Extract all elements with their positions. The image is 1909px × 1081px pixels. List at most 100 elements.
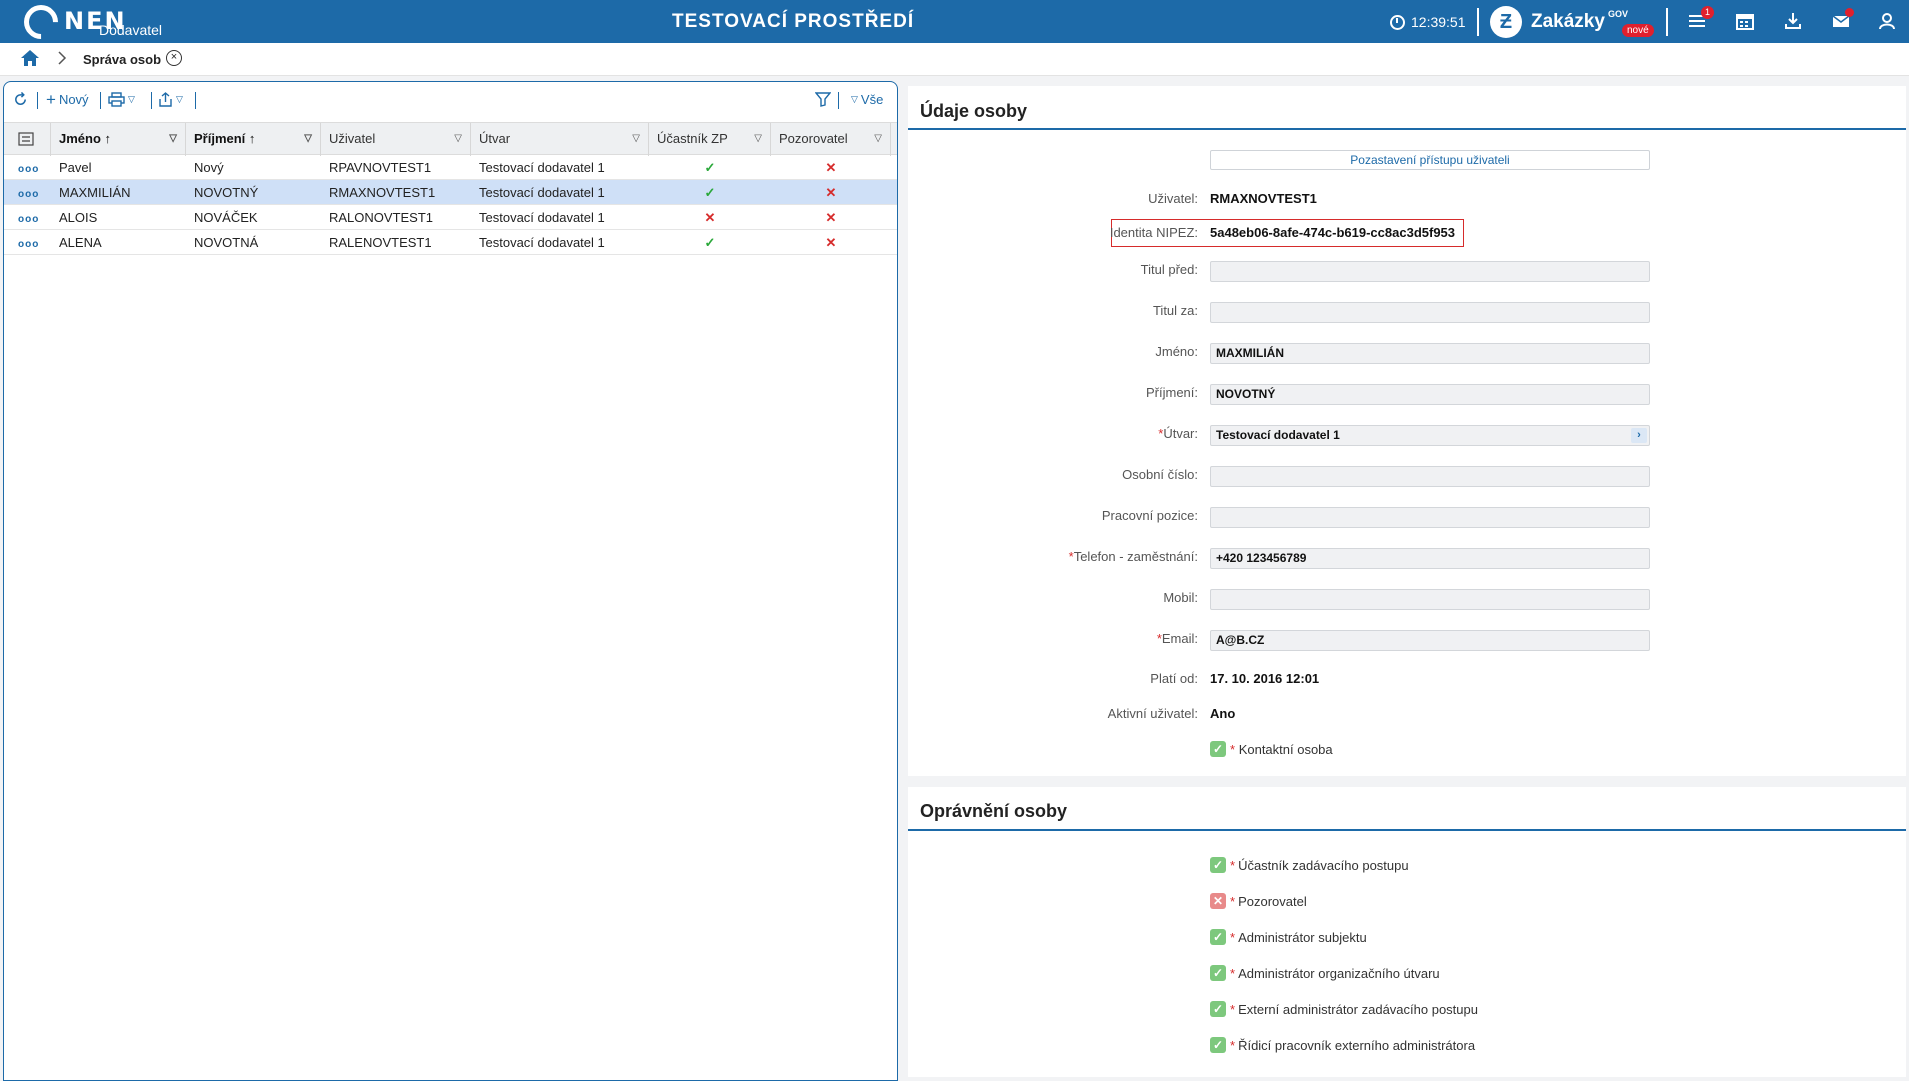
permission-label: Administrátor subjektu	[1238, 929, 1367, 945]
check-icon: ✓	[1210, 1037, 1226, 1053]
cell-prijmeni: NOVÁČEK	[194, 210, 258, 225]
cross-icon: ✕	[825, 185, 837, 200]
label-aktivni: Aktivní uživatel:	[1107, 706, 1198, 721]
zakazky-label: Zakázky	[1531, 11, 1605, 32]
table-row[interactable]: ooo Pavel Nový RPAVNOVTEST1 Testovací dodava…	[4, 155, 897, 180]
cell-jmeno: ALENA	[59, 235, 102, 250]
check-icon: ✓	[704, 185, 716, 200]
cross-icon: ✕	[825, 235, 837, 250]
column-filter-icon[interactable]: ▽	[754, 123, 762, 155]
permission-checkbox[interactable]: ✕ * Pozorovatel	[1210, 893, 1307, 909]
environment-title: TESTOVACÍ PROSTŘEDÍ	[672, 11, 915, 32]
breadcrumb: Správa osob ×	[0, 43, 1909, 76]
label-email: *Email:	[1156, 631, 1198, 646]
value-aktivni: Ano	[1210, 706, 1236, 721]
titul-pred-input[interactable]	[1210, 261, 1650, 282]
print-button[interactable]: ▽	[108, 92, 135, 107]
column-filter-icon[interactable]: ▽	[169, 123, 177, 155]
column-filter-icon[interactable]: ▽	[632, 123, 640, 155]
value-plati-od: 17. 10. 2016 12:01	[1210, 671, 1320, 686]
column-header-label: Pozorovatel	[779, 131, 848, 146]
permission-checkbox[interactable]: ✓ * Externí administrátor zadávacího postu…	[1210, 1001, 1478, 1017]
telefon-input[interactable]: +420 123456789	[1210, 548, 1650, 569]
column-header-uzivatel[interactable]: Uživatel ▽	[321, 123, 471, 156]
permission-checkbox[interactable]: ✓ * Účastník zadávacího postupu	[1210, 857, 1409, 873]
table-row[interactable]: ooo ALOIS NOVÁČEK RALONOVTEST1 Testovací dod…	[4, 205, 897, 230]
chevron-right-icon[interactable]: ›	[1631, 428, 1647, 443]
permission-checkbox[interactable]: ✓ * Řídicí pracovník externího administrát…	[1210, 1037, 1475, 1053]
cell-utvar: Testovací dodavatel 1	[479, 210, 605, 225]
logo-subtitle: Dodavatel	[99, 22, 163, 38]
user-icon[interactable]	[1877, 11, 1899, 33]
permission-label: Řídicí pracovník externího administrátor…	[1238, 1037, 1476, 1053]
email-input[interactable]: A@B.CZ	[1210, 630, 1650, 651]
close-tab-icon[interactable]: ×	[166, 50, 182, 66]
column-header-prijmeni[interactable]: Příjmení ↑ ▽	[186, 123, 321, 156]
jmeno-input[interactable]: MAXMILIÁN	[1210, 343, 1650, 364]
cell-prijmeni: NOVOTNÁ	[194, 235, 259, 250]
view-all-dropdown[interactable]: ▽ Vše	[851, 92, 883, 107]
home-icon[interactable]	[20, 49, 40, 70]
cell-utvar: Testovací dodavatel 1	[479, 185, 605, 200]
column-settings-icon[interactable]	[4, 123, 51, 156]
column-header-ucastnik[interactable]: Účastník ZP ▽	[649, 123, 771, 156]
download-icon[interactable]	[1783, 11, 1805, 33]
pracovni-pozice-input[interactable]	[1210, 507, 1650, 528]
osobni-cislo-input[interactable]	[1210, 466, 1650, 487]
caret-down-icon: ▽	[176, 94, 183, 104]
zakazky-gov-link[interactable]: Ƶ Zakázky GOV nové	[1490, 6, 1654, 38]
row-actions-icon[interactable]: ooo	[4, 155, 39, 180]
column-header-utvar[interactable]: Útvar ▽	[471, 123, 649, 156]
share-icon	[159, 92, 172, 107]
calendar-icon[interactable]	[1735, 11, 1757, 33]
check-icon: ✓	[1210, 965, 1226, 981]
row-actions-icon[interactable]: ooo	[4, 230, 39, 255]
utvar-select[interactable]: Testovací dodavatel 1 ›	[1210, 425, 1650, 446]
check-icon: ✓	[1210, 1001, 1226, 1017]
permission-label: Účastník zadávacího postupu	[1238, 857, 1409, 873]
kontaktni-osoba-checkbox[interactable]: ✓ * Kontaktní osoba	[1210, 741, 1333, 757]
column-header-pozorovatel[interactable]: Pozorovatel ▽	[771, 123, 891, 156]
zakazky-gov: GOV	[1607, 9, 1628, 19]
chevron-right-icon	[57, 51, 67, 68]
top-bar: NEN Dodavatel TESTOVACÍ PROSTŘEDÍ 12:39:…	[0, 0, 1909, 47]
mail-icon[interactable]	[1831, 8, 1854, 33]
kontaktni-osoba-label: Kontaktní osoba	[1238, 741, 1333, 757]
table-row[interactable]: ooo MAXMILIÁN NOVOTNÝ RMAXNOVTEST1 Testovací…	[4, 180, 897, 205]
check-icon: ✓	[704, 235, 716, 250]
row-actions-icon[interactable]: ooo	[4, 205, 39, 230]
table-row[interactable]: ooo ALENA NOVOTNÁ RALENOVTEST1 Testovací dod…	[4, 230, 897, 255]
label-identita: Identita NIPEZ:	[1109, 225, 1198, 240]
mobil-input[interactable]	[1210, 589, 1650, 610]
column-filter-icon[interactable]: ▽	[874, 123, 882, 155]
permission-checkbox[interactable]: ✓ * Administrátor organizačního útvaru	[1210, 965, 1440, 981]
refresh-icon[interactable]	[13, 92, 28, 107]
section-underline	[908, 128, 1906, 130]
caret-down-icon: ▽	[851, 94, 858, 104]
titul-za-input[interactable]	[1210, 302, 1650, 323]
value-identita: 5a48eb06-8afe-474c-b619-cc8ac3d5f953	[1210, 225, 1456, 240]
cell-utvar: Testovací dodavatel 1	[479, 235, 605, 250]
toolbar-divider	[151, 92, 152, 109]
new-button[interactable]: + Nový	[46, 91, 89, 108]
export-button[interactable]: ▽	[158, 92, 183, 107]
column-header-label: Uživatel	[329, 131, 376, 146]
menu-icon[interactable]: 1	[1687, 6, 1714, 33]
prijmeni-input[interactable]: NOVOTNÝ	[1210, 384, 1650, 405]
column-header-jmeno[interactable]: Jméno ↑ ▽	[51, 123, 186, 156]
label-osobni-cislo: Osobní číslo:	[1122, 467, 1198, 482]
row-actions-icon[interactable]: ooo	[4, 180, 39, 205]
pause-access-button[interactable]: Pozastavení přístupu uživateli	[1210, 150, 1650, 170]
column-filter-icon[interactable]: ▽	[304, 123, 312, 155]
toolbar-divider	[37, 92, 38, 109]
view-all-label: Vše	[860, 92, 884, 107]
permission-checkbox[interactable]: ✓ * Administrátor subjektu	[1210, 929, 1367, 945]
label-utvar: *Útvar:	[1158, 426, 1198, 441]
printer-icon	[108, 92, 125, 107]
breadcrumb-current[interactable]: Správa osob	[83, 52, 161, 67]
cell-uzivatel: RPAVNOVTEST1	[329, 160, 432, 175]
column-filter-icon[interactable]: ▽	[454, 123, 462, 155]
label-pracovni-pozice: Pracovní pozice:	[1101, 508, 1198, 523]
filter-icon[interactable]	[815, 92, 831, 107]
zakazky-logo-icon: Ƶ	[1490, 6, 1522, 38]
